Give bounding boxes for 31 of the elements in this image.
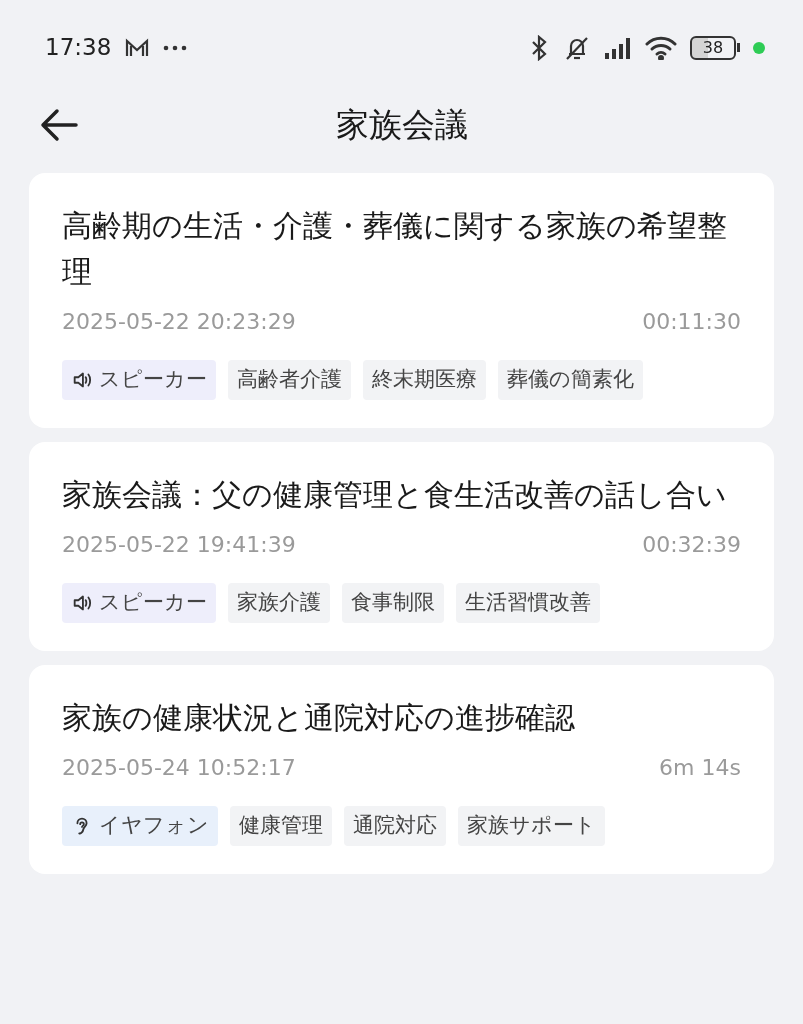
meeting-duration: 00:11:30	[642, 308, 741, 336]
topic-tag: 家族サポート	[458, 806, 605, 846]
topic-tag: 高齢者介護	[228, 360, 351, 400]
device-label: スピーカー	[99, 366, 207, 394]
topic-tag: 終末期医療	[363, 360, 486, 400]
meeting-duration: 6m 14s	[659, 754, 741, 782]
meeting-title: 高齢期の生活・介護・葬儀に関する家族の希望整理	[62, 207, 728, 291]
meeting-datetime: 2025-05-22 20:23:29	[62, 308, 296, 336]
meeting-duration: 00:32:39	[642, 531, 741, 559]
meeting-card[interactable]: 家族会議：父の健康管理と食生活改善の話し合い 2025-05-22 19:41:39 00:32:39 スピーカー 家族介護 食事制限 生活習慣改善	[29, 442, 774, 651]
meeting-card[interactable]: 家族の健康状況と通院対応の進捗確認 2025-05-24 10:52:17 6m 14s イヤフォン 健康管理 通院対応 家族サポート	[29, 665, 774, 874]
topic-tag: 生活習慣改善	[456, 583, 600, 623]
topic-tag: 通院対応	[344, 806, 446, 846]
topic-tag: 食事制限	[342, 583, 444, 623]
meeting-title: 家族会議：父の健康管理と食生活改善の話し合い	[62, 476, 728, 514]
mail-icon	[125, 37, 150, 58]
wifi-icon	[645, 35, 677, 60]
page-title: 家族会議	[335, 104, 468, 147]
device-label: イヤフォン	[99, 812, 209, 840]
battery-level: 38	[702, 36, 724, 59]
topic-tag: 家族介護	[228, 583, 330, 623]
meeting-title: 家族の健康状況と通院対応の進捗確認	[62, 699, 576, 737]
meeting-card[interactable]: 高齢期の生活・介護・葬儀に関する家族の希望整理 2025-05-22 20:23:29 00:11:30 スピーカー 高齢者介護 終末期医療 葬儀の簡素化	[29, 173, 774, 428]
more-icon	[163, 44, 188, 51]
signal-icon	[604, 36, 632, 59]
topic-tag: 健康管理	[230, 806, 332, 846]
meeting-datetime: 2025-05-24 10:52:17	[62, 754, 296, 782]
device-label: スピーカー	[99, 589, 207, 617]
topic-tag: 葬儀の簡素化	[498, 360, 643, 400]
status-time: 17:38	[45, 33, 112, 63]
meeting-datetime: 2025-05-22 19:41:39	[62, 531, 296, 559]
